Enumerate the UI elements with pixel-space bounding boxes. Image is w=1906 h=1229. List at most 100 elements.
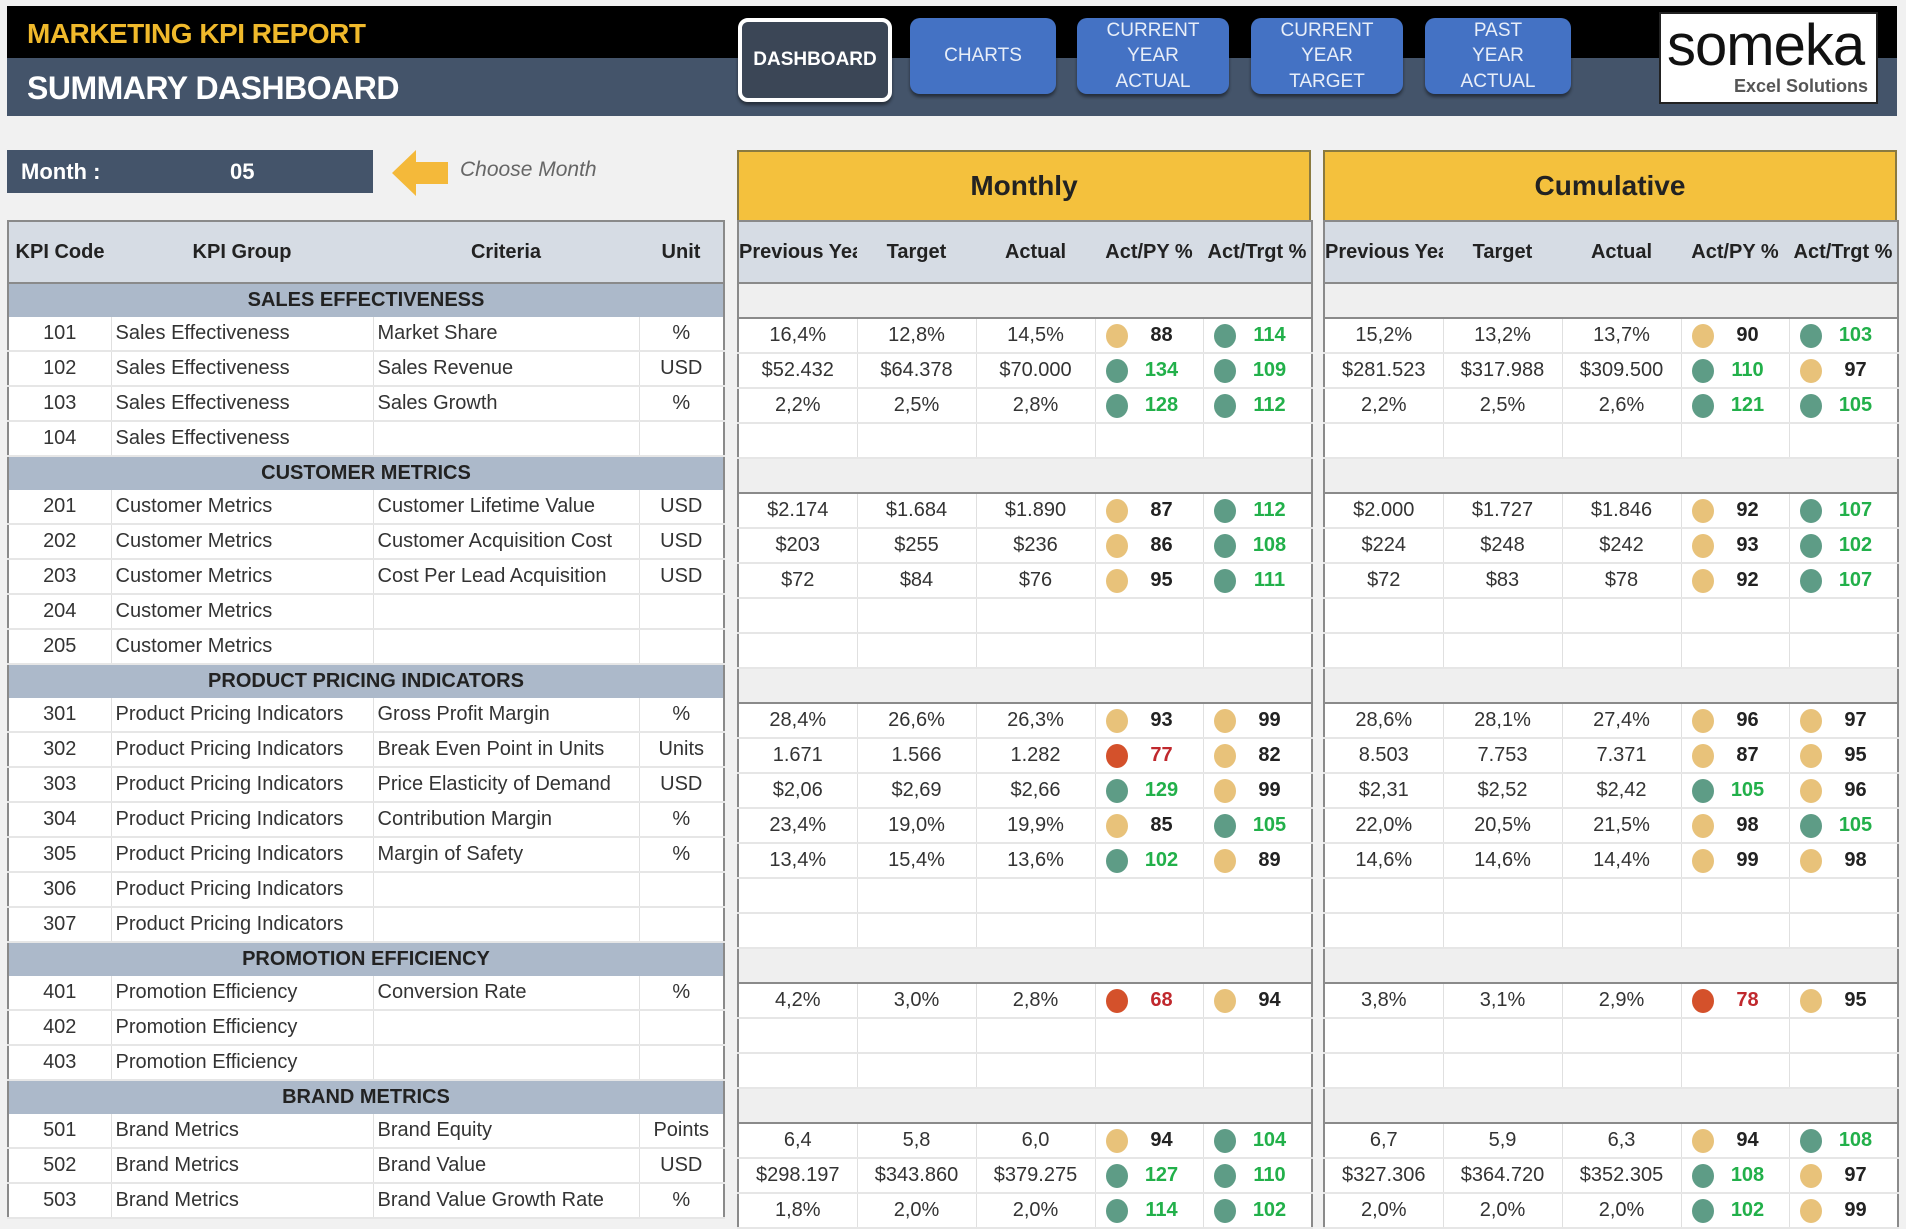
kpi-row[interactable]: 202 Customer Metrics Customer Acquisition … [8,524,724,560]
kpi-row[interactable]: 101 Sales Effectiveness Market Share% [8,317,724,352]
nav-current-year-target-button[interactable]: CURRENT YEAR TARGET [1251,18,1403,94]
act-target-indicator: 94 [1202,983,1312,1019]
indicator-value: 94 [1736,1129,1759,1151]
act-py-indicator: 87 [1094,493,1203,529]
kpi-values-row [1323,598,1898,634]
indicator-value: 94 [1150,1129,1173,1151]
kpi-values-row: 4,2% 3,0% 2,8% 68 94 [737,983,1312,1019]
indicator-value: 86 [1150,534,1173,556]
nav-past-year-actual-button[interactable]: PAST YEAR ACTUAL [1425,18,1571,94]
actual-value: 13,6% [975,843,1095,879]
kpi-unit: USD [638,559,724,595]
act-py-indicator: 121 [1680,388,1789,424]
kpi-criteria: Margin of Safety [372,837,639,873]
kpi-row[interactable]: 204 Customer Metrics [8,594,724,630]
act-target-indicator [1788,1053,1898,1089]
kpi-values-row: $224 $248 $242 93 102 [1323,528,1898,564]
act-py-indicator: 88 [1094,318,1203,354]
col-header-previous-year: Previous Year [738,221,857,283]
kpi-row[interactable]: 301 Product Pricing Indicators Gross Profi… [8,698,724,733]
kpi-row[interactable]: 305 Product Pricing Indicators Margin of S… [8,837,724,873]
month-value[interactable]: 05 [230,159,254,185]
status-red-circle-icon [1105,743,1128,768]
section-title: CUSTOMER METRICS [8,455,724,490]
kpi-criteria [372,872,639,908]
kpi-row[interactable]: 103 Sales Effectiveness Sales Growth% [8,386,724,422]
kpi-row[interactable]: 203 Customer Metrics Cost Per Lead Acquisi… [8,559,724,595]
kpi-row[interactable]: 403 Promotion Efficiency [8,1045,724,1081]
status-green-circle-icon [1213,813,1236,838]
kpi-values-row: 22,0% 20,5% 21,5% 98 105 [1323,808,1898,844]
month-selector[interactable]: Month : 05 [7,150,373,193]
status-yellow-circle-icon [1799,778,1822,803]
previous-year-value [1323,1053,1443,1089]
kpi-row[interactable]: 201 Customer Metrics Customer Lifetime Val… [8,490,724,525]
previous-year-value [737,1018,857,1054]
kpi-criteria: Contribution Margin [372,802,639,838]
kpi-row[interactable]: 503 Brand Metrics Brand Value Growth Rate% [8,1183,724,1219]
someka-logo: someka Excel Solutions [1659,12,1878,104]
status-yellow-circle-icon [1799,743,1822,768]
act-py-indicator [1094,633,1203,669]
kpi-row[interactable]: 402 Promotion Efficiency [8,1010,724,1046]
kpi-code: 402 [8,1010,111,1046]
act-target-indicator [1202,913,1312,949]
section-title: SALES EFFECTIVENESS [8,282,724,317]
previous-year-value: 1,8% [737,1193,857,1229]
kpi-row[interactable]: 302 Product Pricing Indicators Break Even … [8,732,724,768]
indicator-value: 99 [1258,709,1281,731]
kpi-row[interactable]: 303 Product Pricing Indicators Price Elast… [8,767,724,803]
kpi-values-row: 23,4% 19,0% 19,9% 85 105 [737,808,1312,844]
col-header-kpi-group: KPI Group [111,221,373,283]
status-yellow-circle-icon [1691,848,1714,873]
section-spacer [738,947,1312,984]
status-yellow-circle-icon [1799,1198,1822,1223]
col-header-actual: Actual [1562,221,1681,283]
kpi-row[interactable]: 102 Sales Effectiveness Sales Revenue USD [8,351,724,387]
kpi-row[interactable]: 306 Product Pricing Indicators [8,872,724,908]
previous-year-value [1323,633,1443,669]
indicator-value: 92 [1736,569,1759,591]
nav-charts-button[interactable]: CHARTS [910,18,1056,94]
kpi-unit: USD [638,490,724,525]
act-target-indicator: 114 [1202,318,1312,354]
kpi-criteria [372,1045,639,1081]
kpi-row[interactable]: 401 Promotion Efficiency Conversion Rate% [8,976,724,1011]
act-py-indicator [1680,1053,1789,1089]
kpi-unit: % [638,802,724,838]
status-green-circle-icon [1105,848,1128,873]
kpi-criteria: Price Elasticity of Demand [372,767,639,803]
cumulative-table: Previous YearTargetActualAct/PY %Act/Trg… [1323,220,1899,1229]
nav-dashboard-button[interactable]: DASHBOARD [738,18,892,102]
nav-current-year-actual-button[interactable]: CURRENT YEAR ACTUAL [1077,18,1229,94]
actual-value [975,878,1095,914]
kpi-row[interactable]: 104 Sales Effectiveness [8,421,724,457]
kpi-row[interactable]: 307 Product Pricing Indicators [8,907,724,943]
kpi-row[interactable]: 501 Brand Metrics Brand Equity Points [8,1114,724,1149]
status-yellow-circle-icon [1213,708,1236,733]
nav-label: CURRENT YEAR TARGET [1280,19,1374,92]
actual-value [975,913,1095,949]
kpi-group: Brand Metrics [110,1114,373,1149]
kpi-row[interactable]: 205 Customer Metrics [8,629,724,665]
section-spacer-row [738,282,1312,319]
previous-year-value: 14,6% [1323,843,1443,879]
target-value: $317.988 [1442,353,1562,389]
act-target-indicator [1202,423,1312,459]
kpi-row[interactable]: 502 Brand Metrics Brand Value USD [8,1148,724,1184]
previous-year-value [737,878,857,914]
kpi-row[interactable]: 304 Product Pricing Indicators Contributio… [8,802,724,838]
status-green-circle-icon [1105,358,1128,383]
status-yellow-circle-icon [1691,568,1714,593]
act-target-indicator: 105 [1788,808,1898,844]
status-yellow-circle-icon [1105,498,1128,523]
status-yellow-circle-icon [1105,813,1128,838]
target-value: 5,8 [856,1123,976,1159]
target-value: 2,5% [856,388,976,424]
status-yellow-circle-icon [1799,988,1822,1013]
act-target-indicator: 82 [1202,738,1312,774]
act-target-indicator [1788,423,1898,459]
kpi-criteria: Brand Equity [372,1114,639,1149]
act-py-indicator: 94 [1680,1123,1789,1159]
indicator-value: 102 [1838,534,1873,556]
